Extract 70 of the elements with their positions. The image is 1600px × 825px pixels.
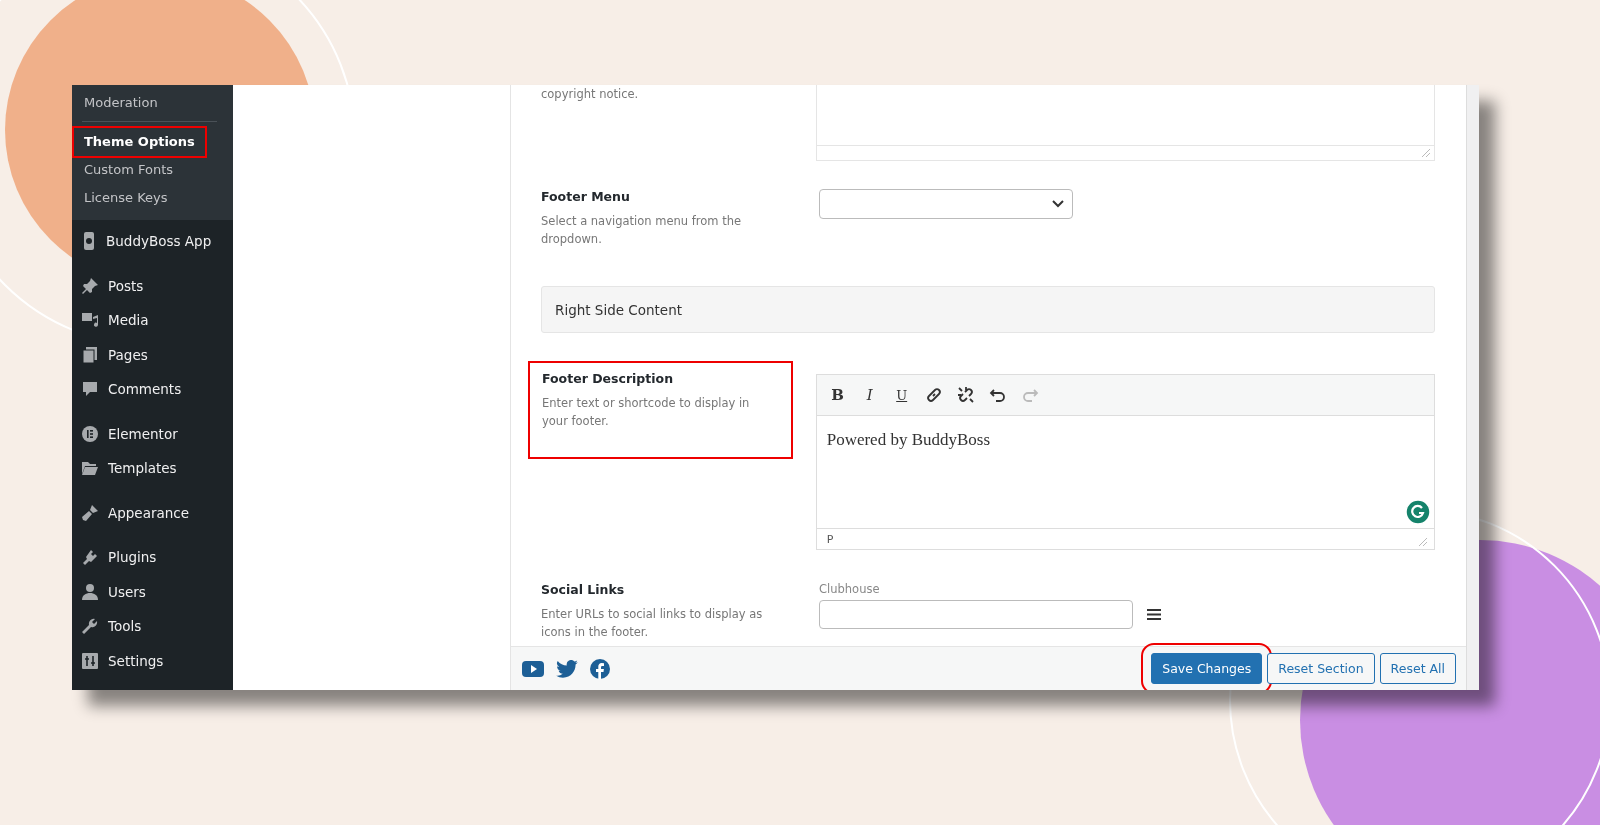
link-icon: [924, 386, 943, 404]
brush-icon: [81, 503, 99, 522]
field-description: Enter text or shortcode to display in your footer.: [542, 395, 751, 430]
settings-icon: [81, 651, 99, 670]
menu-label: Users: [108, 583, 146, 600]
menu-item[interactable]: Users: [72, 574, 233, 609]
italic-button[interactable]: I: [856, 382, 883, 408]
menu-item[interactable]: Appearance: [72, 495, 233, 530]
field-description: Select a navigation menu from the dropdown.: [541, 213, 742, 248]
submenu-item[interactable]: Custom Fonts: [74, 156, 183, 184]
action-button[interactable]: Reset Section: [1267, 653, 1375, 684]
bold-button[interactable]: B: [824, 382, 851, 408]
menu-item[interactable]: Comments: [72, 372, 233, 407]
field-label: Footer Description: [542, 371, 675, 386]
menu-item[interactable]: Pages: [72, 337, 233, 372]
menu-item[interactable]: Templates: [72, 451, 233, 486]
editor-text: Powered by BuddyBoss: [826, 430, 991, 449]
element-path: P: [826, 532, 834, 546]
rich-text-editor[interactable]: B I U Powered by BuddyBoss P: [815, 374, 1435, 550]
menu-label: Settings: [108, 652, 164, 669]
action-button[interactable]: Reset All: [1379, 653, 1456, 684]
menu-icon[interactable]: [1147, 609, 1161, 620]
user-icon: [81, 582, 99, 601]
menu-label: Templates: [108, 460, 177, 477]
wrench-icon: [81, 617, 99, 636]
field-description: Enter URLs to social links to display as icons in the footer.: [541, 606, 764, 641]
menu-label: Tools: [108, 618, 142, 635]
youtube-icon[interactable]: [522, 660, 544, 677]
pages-icon: [81, 345, 99, 364]
menu-label: Pages: [108, 346, 148, 363]
unlink-icon: [956, 386, 975, 404]
menu-label: Comments: [108, 381, 182, 398]
underline-button[interactable]: U: [888, 382, 915, 408]
folder-icon: [81, 459, 99, 478]
resize-grip-icon[interactable]: [1421, 148, 1431, 158]
grammar-check-icon[interactable]: [1405, 499, 1431, 525]
twitter-icon[interactable]: [556, 659, 578, 678]
menu-item[interactable]: Posts: [72, 268, 233, 303]
menu-item[interactable]: BuddyBoss App: [72, 224, 233, 259]
menu-label: Posts: [108, 277, 144, 294]
menu-item[interactable]: Plugins: [72, 540, 233, 575]
menu-label: Plugins: [108, 549, 157, 566]
menu-item[interactable]: Tools: [72, 609, 233, 644]
facebook-icon[interactable]: [590, 658, 610, 679]
field-label: Clubhouse: [819, 582, 881, 596]
menu-label: BuddyBoss App: [106, 233, 212, 250]
redo-icon: [1020, 386, 1039, 404]
section-heading: Right Side Content: [541, 286, 1435, 333]
field-label: Footer Menu: [541, 189, 631, 204]
phone-icon: [81, 232, 97, 251]
elementor-icon: [81, 424, 99, 443]
media-icon: [81, 311, 99, 330]
submenu-item[interactable]: Moderation: [74, 89, 168, 117]
chevron-down-icon: [1052, 200, 1064, 208]
field-label: Social Links: [541, 582, 626, 597]
undo-icon: [988, 386, 1007, 404]
menu-label: Appearance: [108, 504, 190, 521]
resize-grip-icon[interactable]: [1418, 537, 1428, 547]
menu-item[interactable]: Media: [72, 303, 233, 338]
menu-label: Media: [108, 312, 149, 329]
menu-label: Elementor: [108, 425, 178, 442]
url-input[interactable]: [819, 600, 1133, 629]
menu-item[interactable]: Elementor: [72, 416, 233, 451]
menu-item[interactable]: Settings: [72, 643, 233, 678]
field-description: copyright notice.: [541, 87, 640, 101]
submenu-item[interactable]: License Keys: [74, 184, 178, 212]
submenu-item[interactable]: Theme Options: [74, 128, 205, 156]
plug-icon: [81, 548, 99, 567]
pin-icon: [81, 276, 99, 295]
comment-icon: [81, 380, 99, 399]
